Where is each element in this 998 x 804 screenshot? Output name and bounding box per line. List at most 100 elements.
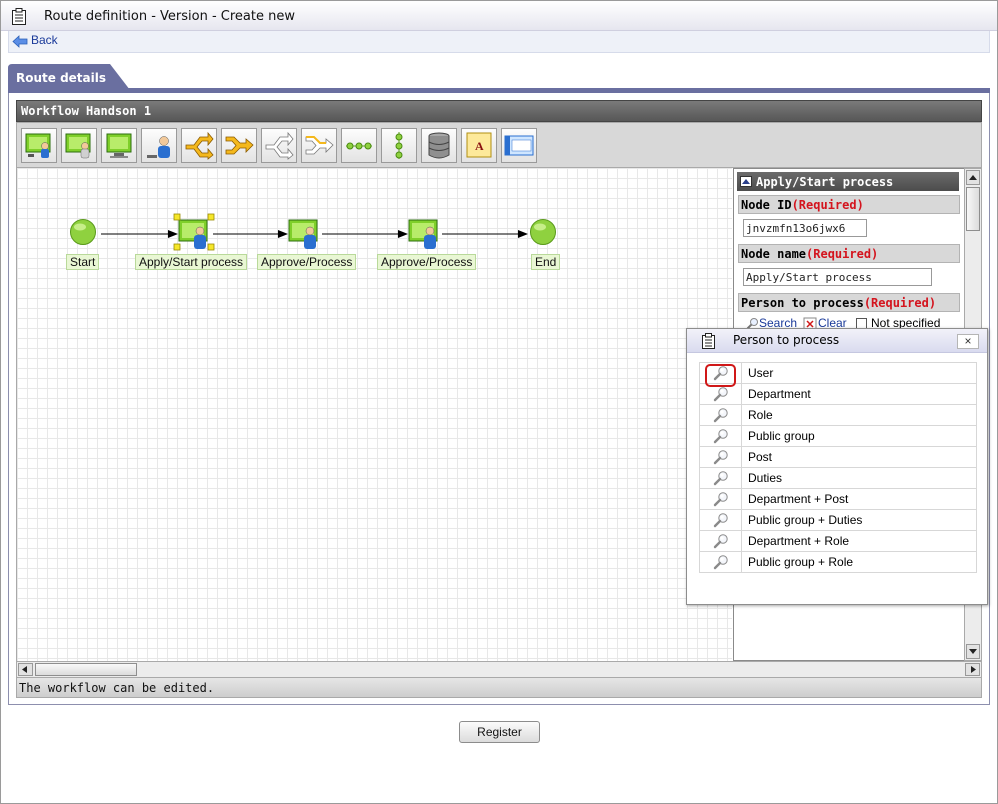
sequence-icon [346, 142, 372, 150]
list-item-label[interactable]: Duties [741, 467, 977, 489]
clipboard-icon [12, 8, 26, 25]
collapse-icon[interactable] [740, 176, 752, 187]
back-bar: Back [8, 31, 990, 53]
list-item[interactable]: User [699, 362, 977, 387]
tab-route-details[interactable]: Route details [8, 64, 130, 90]
scroll-thumb[interactable] [966, 187, 980, 231]
list-item[interactable]: Department + Post [699, 488, 977, 510]
page-title: Route definition - Version - Create new [44, 9, 295, 24]
sequence-tool[interactable] [341, 128, 377, 163]
select-user-button[interactable] [699, 362, 742, 387]
list-item[interactable]: Duties [699, 467, 977, 489]
search-icon [713, 429, 728, 444]
scroll-left-arrow[interactable] [18, 663, 33, 676]
end-node-icon [530, 219, 556, 245]
merge-tool[interactable] [301, 128, 337, 163]
vertical-sequence-icon [395, 132, 403, 159]
node-id-field[interactable]: jnvzmfn13o6jwx6 [743, 219, 867, 237]
parallel-branch-tool[interactable] [261, 128, 297, 163]
select-public-group-duties-button[interactable] [699, 509, 742, 531]
workflow-name: Workflow Handson 1 [21, 104, 152, 118]
person-type-list: User Department Role Public group Post Duties… [699, 362, 977, 573]
list-item-label[interactable]: Role [741, 404, 977, 426]
workflow-header: Workflow Handson 1 [16, 100, 982, 122]
list-item[interactable]: Role [699, 404, 977, 426]
back-link[interactable]: Back [31, 33, 58, 47]
select-post-button[interactable] [699, 446, 742, 468]
node-name-field[interactable]: Apply/Start process [743, 268, 932, 286]
scroll-up-arrow[interactable] [966, 170, 980, 185]
merge-icon [305, 136, 334, 155]
highlight-ring [705, 364, 736, 387]
text-annotation-tool[interactable]: A [461, 128, 497, 163]
branch-end-tool[interactable] [221, 128, 257, 163]
list-item[interactable]: Public group + Role [699, 551, 977, 573]
back-arrow-icon[interactable] [12, 35, 28, 48]
search-icon [713, 471, 728, 486]
search-icon [713, 534, 728, 549]
scroll-right-arrow[interactable] [965, 663, 980, 676]
node-label-approve-2[interactable]: Approve/Process [377, 254, 477, 270]
workflow-diagram [70, 213, 556, 251]
register-button[interactable]: Register [459, 721, 540, 743]
list-item-label[interactable]: Public group + Duties [741, 509, 977, 531]
properties-title: Apply/Start process [756, 175, 894, 189]
select-public-group-role-button[interactable] [699, 551, 742, 573]
list-item[interactable]: Public group + Duties [699, 509, 977, 531]
list-item[interactable]: Department + Role [699, 530, 977, 552]
close-button[interactable]: × [957, 334, 979, 349]
person-to-process-dialog: Person to process × User Department Role Pu… [686, 328, 988, 605]
select-duties-button[interactable] [699, 467, 742, 489]
workflow-canvas[interactable]: Start Apply/Start process Approve/Proces… [16, 168, 732, 661]
dialog-title: Person to process [733, 333, 840, 347]
node-label-end[interactable]: End [531, 254, 561, 270]
approve-node-icon-2 [408, 219, 438, 249]
list-item-label[interactable]: Public group + Role [741, 551, 977, 573]
parallel-branch-icon [265, 131, 294, 160]
search-icon [713, 408, 728, 423]
branch-start-icon [185, 131, 214, 160]
frame-tool[interactable] [501, 128, 537, 163]
dialog-header: Person to process × [687, 329, 987, 353]
list-item-label[interactable]: Department + Role [741, 530, 977, 552]
list-item-label[interactable]: Department [741, 383, 977, 405]
person-label: Person to process [741, 296, 864, 310]
list-item-label[interactable]: Public group [741, 425, 977, 447]
canvas-hscrollbar[interactable] [16, 661, 982, 678]
frame-icon [504, 135, 534, 156]
node-label-start[interactable]: Start [66, 254, 100, 270]
hscroll-thumb[interactable] [35, 663, 137, 676]
select-public-group-button[interactable] [699, 425, 742, 447]
branch-end-icon [225, 136, 254, 155]
clipboard-icon [702, 333, 715, 349]
approve-node-icon [65, 133, 91, 159]
apply-node-tool[interactable] [21, 128, 57, 163]
list-item[interactable]: Public group [699, 425, 977, 447]
screen-node-icon [106, 133, 132, 158]
search-icon [713, 513, 728, 528]
node-label-approve-1[interactable]: Approve/Process [257, 254, 357, 270]
list-item[interactable]: Post [699, 446, 977, 468]
required-marker: (Required) [863, 296, 937, 310]
tab-label: Route details [16, 71, 107, 85]
list-item[interactable]: Department [699, 383, 977, 405]
vertical-sequence-tool[interactable] [381, 128, 417, 163]
approve-node-tool[interactable] [61, 128, 97, 163]
workflow-status-bar: The workflow can be edited. [16, 678, 982, 698]
list-item-label[interactable]: Post [741, 446, 977, 468]
search-icon [713, 492, 728, 507]
screen-node-tool[interactable] [101, 128, 137, 163]
list-item-label[interactable]: User [741, 362, 977, 384]
properties-header[interactable]: Apply/Start process [737, 172, 959, 191]
database-tool[interactable] [421, 128, 457, 163]
database-icon [428, 132, 450, 159]
select-role-button[interactable] [699, 404, 742, 426]
node-label-apply[interactable]: Apply/Start process [135, 254, 248, 270]
select-department-role-button[interactable] [699, 530, 742, 552]
select-department-post-button[interactable] [699, 488, 742, 510]
list-item-label[interactable]: Department + Post [741, 488, 977, 510]
status-text: The workflow can be edited. [19, 681, 215, 695]
branch-start-tool[interactable] [181, 128, 217, 163]
user-node-tool[interactable] [141, 128, 177, 163]
scroll-down-arrow[interactable] [966, 644, 980, 659]
